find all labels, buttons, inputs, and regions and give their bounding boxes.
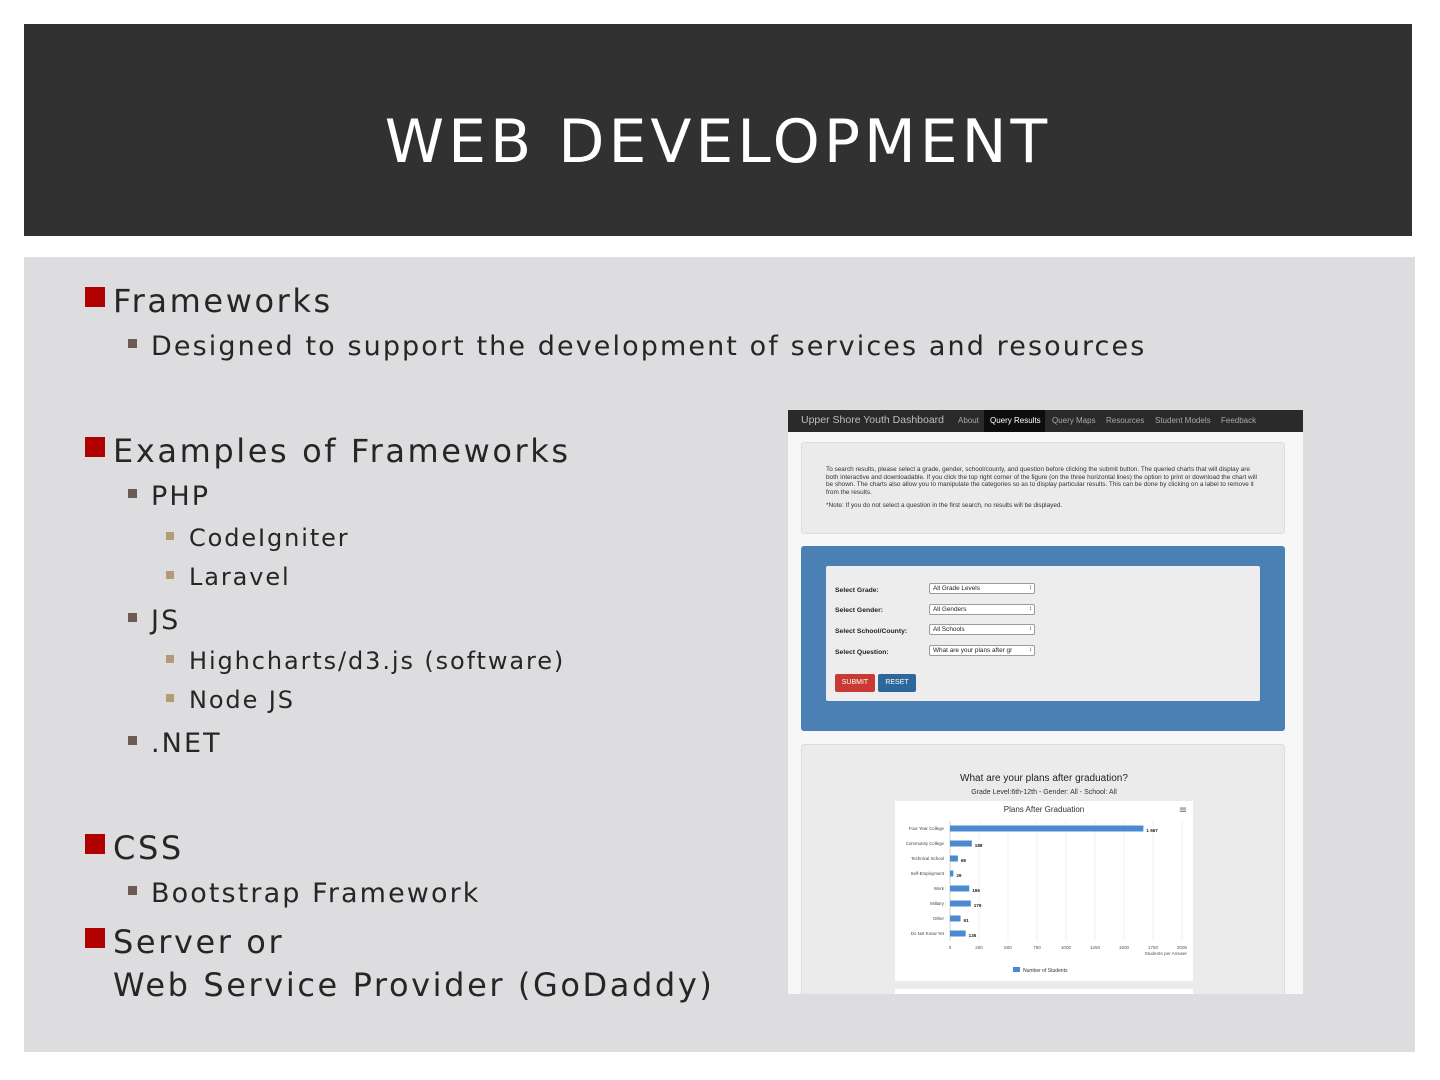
- sub-bullet-marker: [128, 886, 137, 895]
- bar-1: [950, 840, 972, 847]
- y-category-label-2: Technical School: [911, 856, 944, 861]
- chart-title: Plans After Graduation: [1004, 805, 1085, 814]
- bar-3: [950, 870, 954, 877]
- x-tick-label-3: 750: [1033, 945, 1041, 950]
- grade-label: Select Grade:: [835, 587, 879, 594]
- bullet-frameworks: Frameworks: [113, 282, 333, 320]
- bullet-frameworks-desc: Designed to support the development of s…: [151, 331, 1147, 362]
- bar-value-label-0: 1 667: [1146, 828, 1158, 833]
- title-band: WEB DEVELOPMENT: [24, 24, 1412, 236]
- sub-bullet-marker: [128, 613, 137, 622]
- x-tick-label-8: 2000: [1177, 945, 1188, 950]
- bar-value-label-1: 188: [975, 843, 983, 848]
- chart-filters: Grade Level:6th-12th - Gender: All - Sch…: [971, 789, 1117, 796]
- bullet-dotnet: .NET: [151, 728, 222, 759]
- bullet-server-continued: Web Service Provider (GoDaddy): [113, 966, 715, 1004]
- bar-6: [950, 915, 961, 922]
- bar-value-label-3: 29: [956, 873, 962, 878]
- question-select[interactable]: What are your plans after gr: [929, 645, 1035, 656]
- navbar: Upper Shore Youth Dashboard About Query …: [788, 410, 1303, 432]
- question-label: Select Question:: [835, 649, 889, 656]
- instructions-panel: To search results, please select a grade…: [801, 442, 1285, 534]
- sub-sub-bullet-marker: [166, 571, 174, 579]
- sub-bullet-marker: [128, 736, 137, 745]
- nav-item-feedback[interactable]: Feedback: [1221, 416, 1256, 425]
- y-category-label-1: Community College: [906, 841, 945, 846]
- gender-label: Select Gender:: [835, 607, 883, 614]
- x-tick-label-5: 1250: [1090, 945, 1101, 950]
- bar-2: [950, 855, 958, 862]
- query-form: Select Grade: All Grade Levels Select Ge…: [826, 566, 1260, 701]
- bar-7: [950, 930, 966, 937]
- slide-title: WEB DEVELOPMENT: [384, 107, 1052, 177]
- bullet-laravel: Laravel: [189, 563, 291, 591]
- sub-sub-bullet-marker: [166, 694, 174, 702]
- gender-select[interactable]: All Genders: [929, 604, 1035, 615]
- nav-item-resources[interactable]: Resources: [1106, 416, 1144, 425]
- grade-select[interactable]: All Grade Levels: [929, 583, 1035, 594]
- bar-0: [950, 825, 1144, 832]
- submit-button[interactable]: SUBMIT: [835, 674, 875, 692]
- legend-label: Number of Students: [1023, 968, 1068, 974]
- y-category-label-0: Four Year College: [909, 826, 945, 831]
- x-tick-label-4: 1000: [1061, 945, 1072, 950]
- bar-value-label-6: 91: [964, 918, 970, 923]
- nav-item-about[interactable]: About: [958, 416, 979, 425]
- school-label: Select School/County:: [835, 628, 908, 635]
- nav-item-query-results[interactable]: Query Results: [990, 416, 1041, 425]
- chart-panel: What are your plans after graduation? Gr…: [801, 744, 1285, 994]
- query-form-panel: Select Grade: All Grade Levels Select Ge…: [801, 546, 1285, 731]
- chart-question: What are your plans after graduation?: [960, 773, 1128, 784]
- y-category-label-5: Military: [930, 901, 945, 906]
- bar-value-label-4: 166: [972, 888, 980, 893]
- bar-value-label-7: 135: [969, 933, 977, 938]
- x-tick-label-1: 250: [975, 945, 983, 950]
- bullet-highcharts: Highcharts/d3.js (software): [189, 647, 566, 675]
- bullet-marker: [85, 437, 105, 457]
- chart-container: Plans After Graduation ≡ 0 250 500 750 1000 125…: [895, 801, 1193, 981]
- x-tick-label-0: 0: [949, 945, 952, 950]
- bullet-marker: [85, 928, 105, 948]
- bar-5: [950, 900, 971, 907]
- bullet-bootstrap: Bootstrap Framework: [151, 878, 481, 909]
- x-tick-label-7: 1750: [1148, 945, 1159, 950]
- sub-sub-bullet-marker: [166, 532, 174, 540]
- bar-value-label-5: 179: [974, 903, 982, 908]
- sub-bullet-marker: [128, 339, 137, 348]
- nav-item-student-models[interactable]: Student Models: [1155, 416, 1211, 425]
- bullet-marker: [85, 287, 105, 307]
- bullet-js: JS: [151, 605, 181, 636]
- bullet-examples: Examples of Frameworks: [113, 432, 571, 470]
- dashboard-screenshot: Upper Shore Youth Dashboard About Query …: [788, 410, 1303, 994]
- sub-sub-bullet-marker: [166, 655, 174, 663]
- instructions-note: *Note: If you do not select a question i…: [826, 502, 1063, 509]
- y-category-label-7: Do Not Know Yet: [911, 931, 945, 936]
- school-select[interactable]: All Schools: [929, 624, 1035, 635]
- y-category-label-6: Other: [933, 916, 945, 921]
- bullet-php: PHP: [151, 481, 211, 512]
- nav-item-query-maps[interactable]: Query Maps: [1052, 416, 1096, 425]
- bullet-marker: [85, 834, 105, 854]
- bar-4: [950, 885, 970, 892]
- hamburger-icon[interactable]: ≡: [1179, 805, 1187, 816]
- navbar-brand[interactable]: Upper Shore Youth Dashboard: [801, 414, 944, 426]
- sub-bullet-marker: [128, 489, 137, 498]
- bullet-server: Server or: [113, 923, 285, 961]
- instructions-text: To search results, please select a grade…: [826, 466, 1257, 496]
- legend-swatch: [1013, 967, 1020, 972]
- bullet-nodejs: Node JS: [189, 686, 295, 714]
- y-category-label-4: Work: [934, 886, 945, 891]
- reset-button[interactable]: RESET: [878, 674, 916, 692]
- x-tick-label-2: 500: [1004, 945, 1012, 950]
- y-category-label-3: Self-Employment: [911, 871, 945, 876]
- bullet-codeigniter: CodeIgniter: [189, 524, 350, 552]
- bullet-css: CSS: [113, 829, 184, 867]
- second-chart-container: [895, 989, 1193, 994]
- bar-value-label-2: 68: [961, 858, 967, 863]
- x-tick-label-6: 1500: [1119, 945, 1130, 950]
- bar-chart: Plans After Graduation ≡ 0 250 500 750 1000 125…: [906, 805, 1188, 974]
- x-axis-title: Students per Answer: [1145, 951, 1188, 956]
